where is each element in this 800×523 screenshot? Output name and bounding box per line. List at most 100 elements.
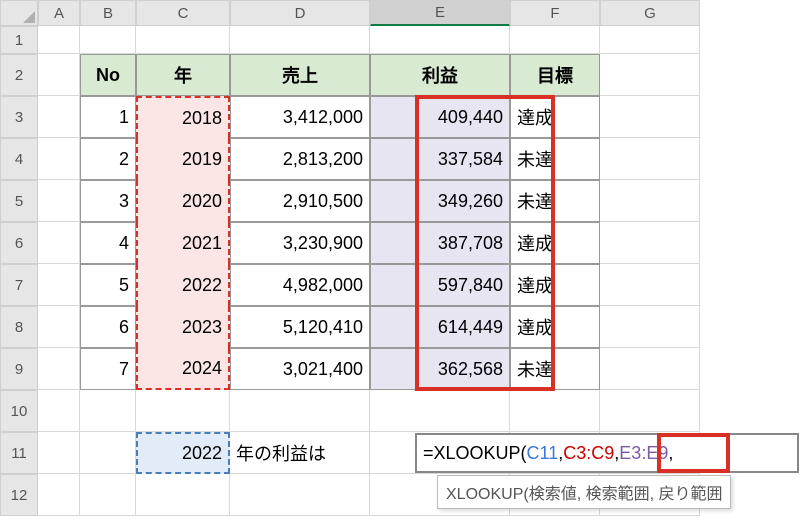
- cell-B3[interactable]: 1: [80, 96, 136, 138]
- cell-B8[interactable]: 6: [80, 306, 136, 348]
- cell-F7[interactable]: 達成: [510, 264, 600, 306]
- header-year[interactable]: 年: [136, 54, 230, 96]
- col-header-D[interactable]: D: [230, 0, 370, 26]
- cell-D6[interactable]: 3,230,900: [230, 222, 370, 264]
- cell-G5[interactable]: [600, 180, 700, 222]
- cell-B7[interactable]: 5: [80, 264, 136, 306]
- cell-C7[interactable]: 2022: [136, 264, 230, 306]
- cell-F3[interactable]: 達成: [510, 96, 600, 138]
- cell-C4[interactable]: 2019: [136, 138, 230, 180]
- cell-E6[interactable]: 387,708: [370, 222, 510, 264]
- header-no[interactable]: No: [80, 54, 136, 96]
- cell-D12[interactable]: [230, 474, 370, 516]
- cell-E10[interactable]: [370, 390, 510, 432]
- row-header-6[interactable]: 6: [0, 222, 38, 264]
- row-header-7[interactable]: 7: [0, 264, 38, 306]
- col-header-B[interactable]: B: [80, 0, 136, 26]
- cell-E3[interactable]: 409,440: [370, 96, 510, 138]
- cell-C9[interactable]: 2024: [136, 348, 230, 390]
- row-header-12[interactable]: 12: [0, 474, 38, 516]
- cell-D9[interactable]: 3,021,400: [230, 348, 370, 390]
- cell-A7[interactable]: [38, 264, 80, 306]
- cell-B5[interactable]: 3: [80, 180, 136, 222]
- cell-A10[interactable]: [38, 390, 80, 432]
- select-all-corner[interactable]: [0, 0, 38, 26]
- cell-E4[interactable]: 337,584: [370, 138, 510, 180]
- cell-G4[interactable]: [600, 138, 700, 180]
- cell-E5[interactable]: 349,260: [370, 180, 510, 222]
- header-sales[interactable]: 売上: [230, 54, 370, 96]
- cell-B10[interactable]: [80, 390, 136, 432]
- header-target[interactable]: 目標: [510, 54, 600, 96]
- cell-E1[interactable]: [370, 26, 510, 54]
- formula-edit-cell-E11[interactable]: =XLOOKUP(C11,C3:C9,E3:E9,: [415, 433, 799, 473]
- cell-G7[interactable]: [600, 264, 700, 306]
- cell-A6[interactable]: [38, 222, 80, 264]
- col-header-G[interactable]: G: [600, 0, 700, 26]
- cell-G3[interactable]: [600, 96, 700, 138]
- cell-G1[interactable]: [600, 26, 700, 54]
- cell-G6[interactable]: [600, 222, 700, 264]
- row-header-8[interactable]: 8: [0, 306, 38, 348]
- cell-A3[interactable]: [38, 96, 80, 138]
- col-header-F[interactable]: F: [510, 0, 600, 26]
- cell-A5[interactable]: [38, 180, 80, 222]
- row-header-1[interactable]: 1: [0, 26, 38, 54]
- cell-E7[interactable]: 597,840: [370, 264, 510, 306]
- cell-A1[interactable]: [38, 26, 80, 54]
- cell-F4[interactable]: 未達: [510, 138, 600, 180]
- cell-G10[interactable]: [600, 390, 700, 432]
- cell-C12[interactable]: [136, 474, 230, 516]
- cell-F9[interactable]: 未達: [510, 348, 600, 390]
- header-profit[interactable]: 利益: [370, 54, 510, 96]
- cell-C5[interactable]: 2020: [136, 180, 230, 222]
- row-header-10[interactable]: 10: [0, 390, 38, 432]
- cell-B9[interactable]: 7: [80, 348, 136, 390]
- col-header-A[interactable]: A: [38, 0, 80, 26]
- cell-D4[interactable]: 2,813,200: [230, 138, 370, 180]
- cell-B4[interactable]: 2: [80, 138, 136, 180]
- row-header-5[interactable]: 5: [0, 180, 38, 222]
- row-header-9[interactable]: 9: [0, 348, 38, 390]
- cell-C10[interactable]: [136, 390, 230, 432]
- cell-D7[interactable]: 4,982,000: [230, 264, 370, 306]
- formula-token-sep3: ,: [668, 443, 673, 464]
- cell-A9[interactable]: [38, 348, 80, 390]
- cell-B6[interactable]: 4: [80, 222, 136, 264]
- cell-F6[interactable]: 達成: [510, 222, 600, 264]
- cell-C1[interactable]: [136, 26, 230, 54]
- cell-D10[interactable]: [230, 390, 370, 432]
- cell-A2[interactable]: [38, 54, 80, 96]
- cell-A4[interactable]: [38, 138, 80, 180]
- cell-A8[interactable]: [38, 306, 80, 348]
- cell-C8[interactable]: 2023: [136, 306, 230, 348]
- cell-C6[interactable]: 2021: [136, 222, 230, 264]
- cell-G2[interactable]: [600, 54, 700, 96]
- cell-D1[interactable]: [230, 26, 370, 54]
- row-header-2[interactable]: 2: [0, 54, 38, 96]
- cell-F5[interactable]: 未達: [510, 180, 600, 222]
- cell-G9[interactable]: [600, 348, 700, 390]
- cell-D11[interactable]: 年の利益は: [230, 432, 370, 474]
- cell-F8[interactable]: 達成: [510, 306, 600, 348]
- cell-B12[interactable]: [80, 474, 136, 516]
- cell-F1[interactable]: [510, 26, 600, 54]
- row-header-4[interactable]: 4: [0, 138, 38, 180]
- row-header-3[interactable]: 3: [0, 96, 38, 138]
- col-header-E[interactable]: E: [370, 0, 510, 26]
- cell-A12[interactable]: [38, 474, 80, 516]
- row-header-11[interactable]: 11: [0, 432, 38, 474]
- col-header-C[interactable]: C: [136, 0, 230, 26]
- cell-E9[interactable]: 362,568: [370, 348, 510, 390]
- cell-C11[interactable]: 2022: [136, 432, 230, 474]
- cell-G8[interactable]: [600, 306, 700, 348]
- cell-D3[interactable]: 3,412,000: [230, 96, 370, 138]
- cell-E8[interactable]: 614,449: [370, 306, 510, 348]
- cell-A11[interactable]: [38, 432, 80, 474]
- cell-C3[interactable]: 2018: [136, 96, 230, 138]
- cell-D8[interactable]: 5,120,410: [230, 306, 370, 348]
- cell-F10[interactable]: [510, 390, 600, 432]
- cell-D5[interactable]: 2,910,500: [230, 180, 370, 222]
- cell-B1[interactable]: [80, 26, 136, 54]
- cell-B11[interactable]: [80, 432, 136, 474]
